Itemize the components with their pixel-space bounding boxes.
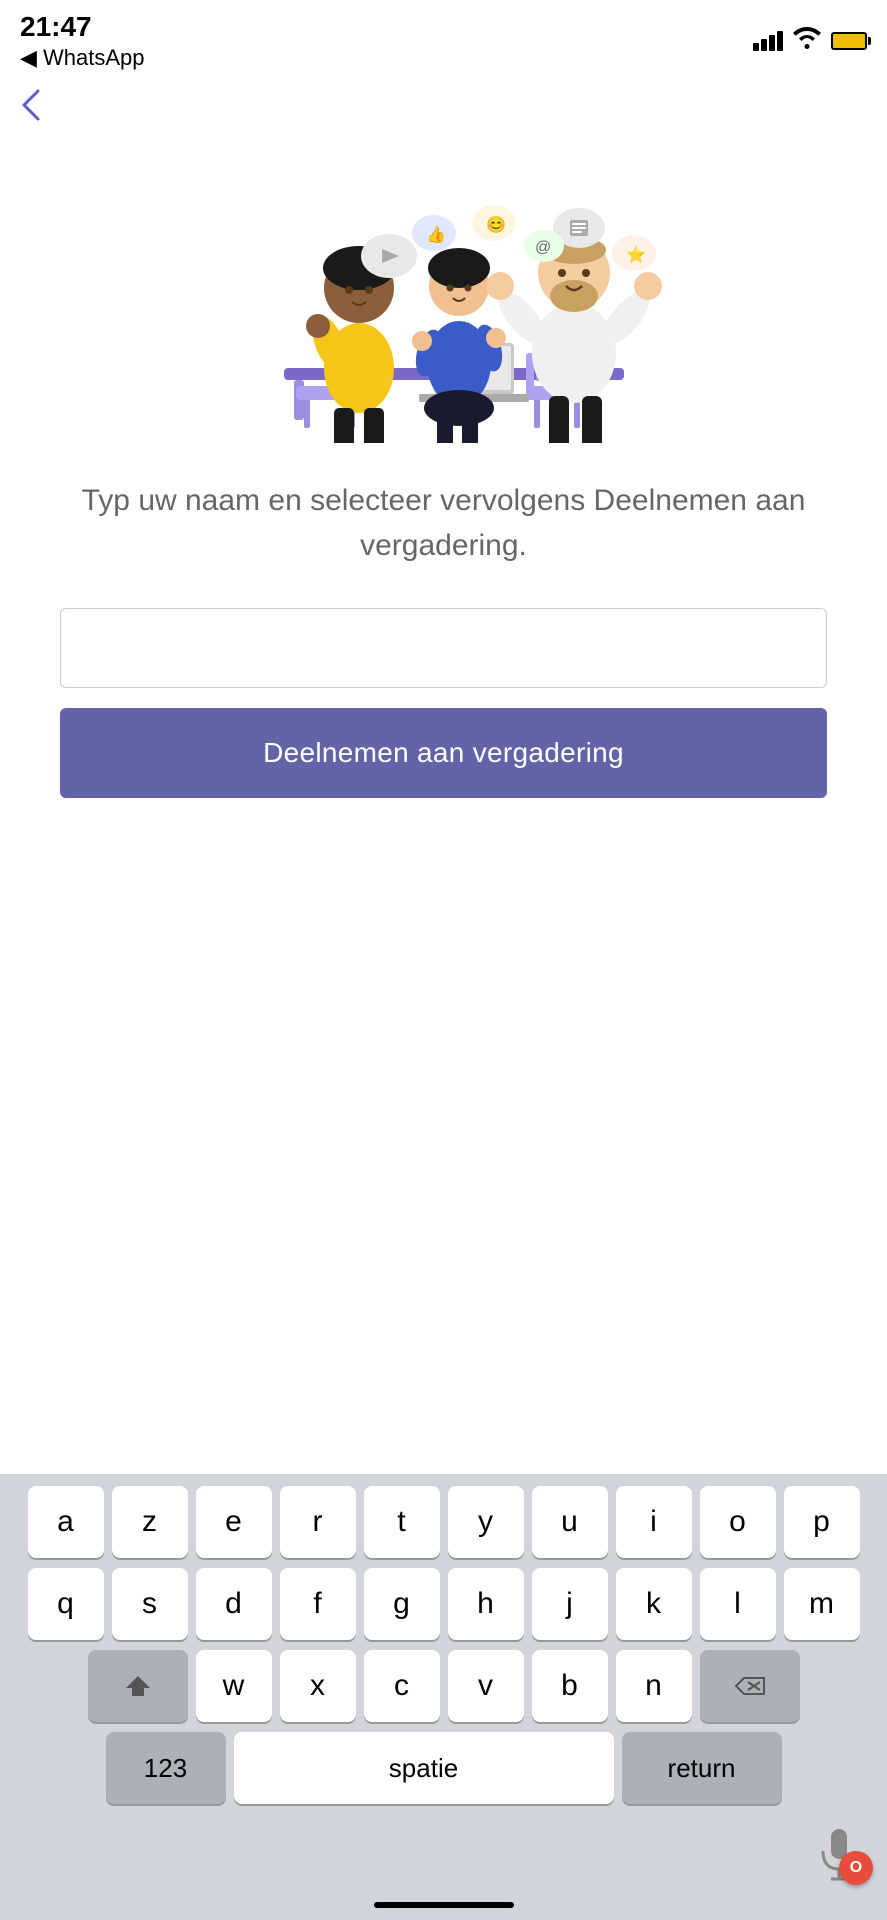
key-g[interactable]: g	[364, 1568, 440, 1640]
key-q[interactable]: q	[28, 1568, 104, 1640]
key-i[interactable]: i	[616, 1486, 692, 1558]
svg-text:👍: 👍	[426, 225, 446, 244]
svg-text:😊: 😊	[486, 216, 506, 234]
status-time: 21:47	[20, 12, 145, 43]
key-r[interactable]: r	[280, 1486, 356, 1558]
key-o[interactable]: o	[700, 1486, 776, 1558]
key-n[interactable]: n	[616, 1650, 692, 1722]
delete-key[interactable]	[700, 1650, 800, 1722]
key-p[interactable]: p	[784, 1486, 860, 1558]
svg-text:⭐: ⭐	[626, 245, 646, 264]
key-space[interactable]: spatie	[234, 1732, 614, 1804]
key-z[interactable]: z	[112, 1486, 188, 1558]
key-s[interactable]: s	[112, 1568, 188, 1640]
key-f[interactable]: f	[280, 1568, 356, 1640]
key-x[interactable]: x	[280, 1650, 356, 1722]
status-whatsapp: ◀ WhatsApp	[20, 45, 145, 71]
key-j[interactable]: j	[532, 1568, 608, 1640]
battery-icon	[831, 32, 867, 50]
signal-bars-icon	[753, 31, 783, 51]
home-indicator	[374, 1902, 514, 1908]
shift-key[interactable]	[88, 1650, 188, 1722]
key-l[interactable]: l	[700, 1568, 776, 1640]
key-c[interactable]: c	[364, 1650, 440, 1722]
status-bar: 21:47 ◀ WhatsApp	[0, 0, 887, 77]
status-left: 21:47 ◀ WhatsApp	[20, 12, 145, 71]
svg-text:@: @	[535, 239, 551, 256]
back-button[interactable]	[20, 87, 42, 123]
wifi-icon	[793, 27, 821, 55]
key-k[interactable]: k	[616, 1568, 692, 1640]
key-m[interactable]: m	[784, 1568, 860, 1640]
name-input[interactable]	[60, 608, 827, 688]
keyboard-row-1: a z e r t y u i o p	[6, 1486, 881, 1558]
keyboard-row-4: 123 spatie return	[6, 1732, 881, 1804]
key-u[interactable]: u	[532, 1486, 608, 1558]
key-return[interactable]: return	[622, 1732, 782, 1804]
keyboard-row-3: w x c v b n	[6, 1650, 881, 1722]
key-e[interactable]: e	[196, 1486, 272, 1558]
status-right	[753, 27, 867, 55]
back-navigation	[0, 77, 887, 138]
key-h[interactable]: h	[448, 1568, 524, 1640]
key-w[interactable]: w	[196, 1650, 272, 1722]
key-a[interactable]: a	[28, 1486, 104, 1558]
keyboard: a z e r t y u i o p q s d f g h j k l m …	[0, 1474, 887, 1920]
keyboard-row-2: q s d f g h j k l m	[6, 1568, 881, 1640]
key-v[interactable]: v	[448, 1650, 524, 1722]
key-b[interactable]: b	[532, 1650, 608, 1722]
office365-badge: O	[839, 1851, 873, 1885]
hero-illustration: 👍 😊 @ ⭐	[0, 138, 887, 458]
key-123[interactable]: 123	[106, 1732, 226, 1804]
microphone-button[interactable]: O	[817, 1827, 861, 1881]
key-d[interactable]: d	[196, 1568, 272, 1640]
main-content: Typ uw naam en selecteer vervolgens Deel…	[0, 458, 887, 838]
join-meeting-button[interactable]: Deelnemen aan vergadering	[60, 708, 827, 798]
key-y[interactable]: y	[448, 1486, 524, 1558]
key-t[interactable]: t	[364, 1486, 440, 1558]
instruction-text: Typ uw naam en selecteer vervolgens Deel…	[60, 478, 827, 568]
